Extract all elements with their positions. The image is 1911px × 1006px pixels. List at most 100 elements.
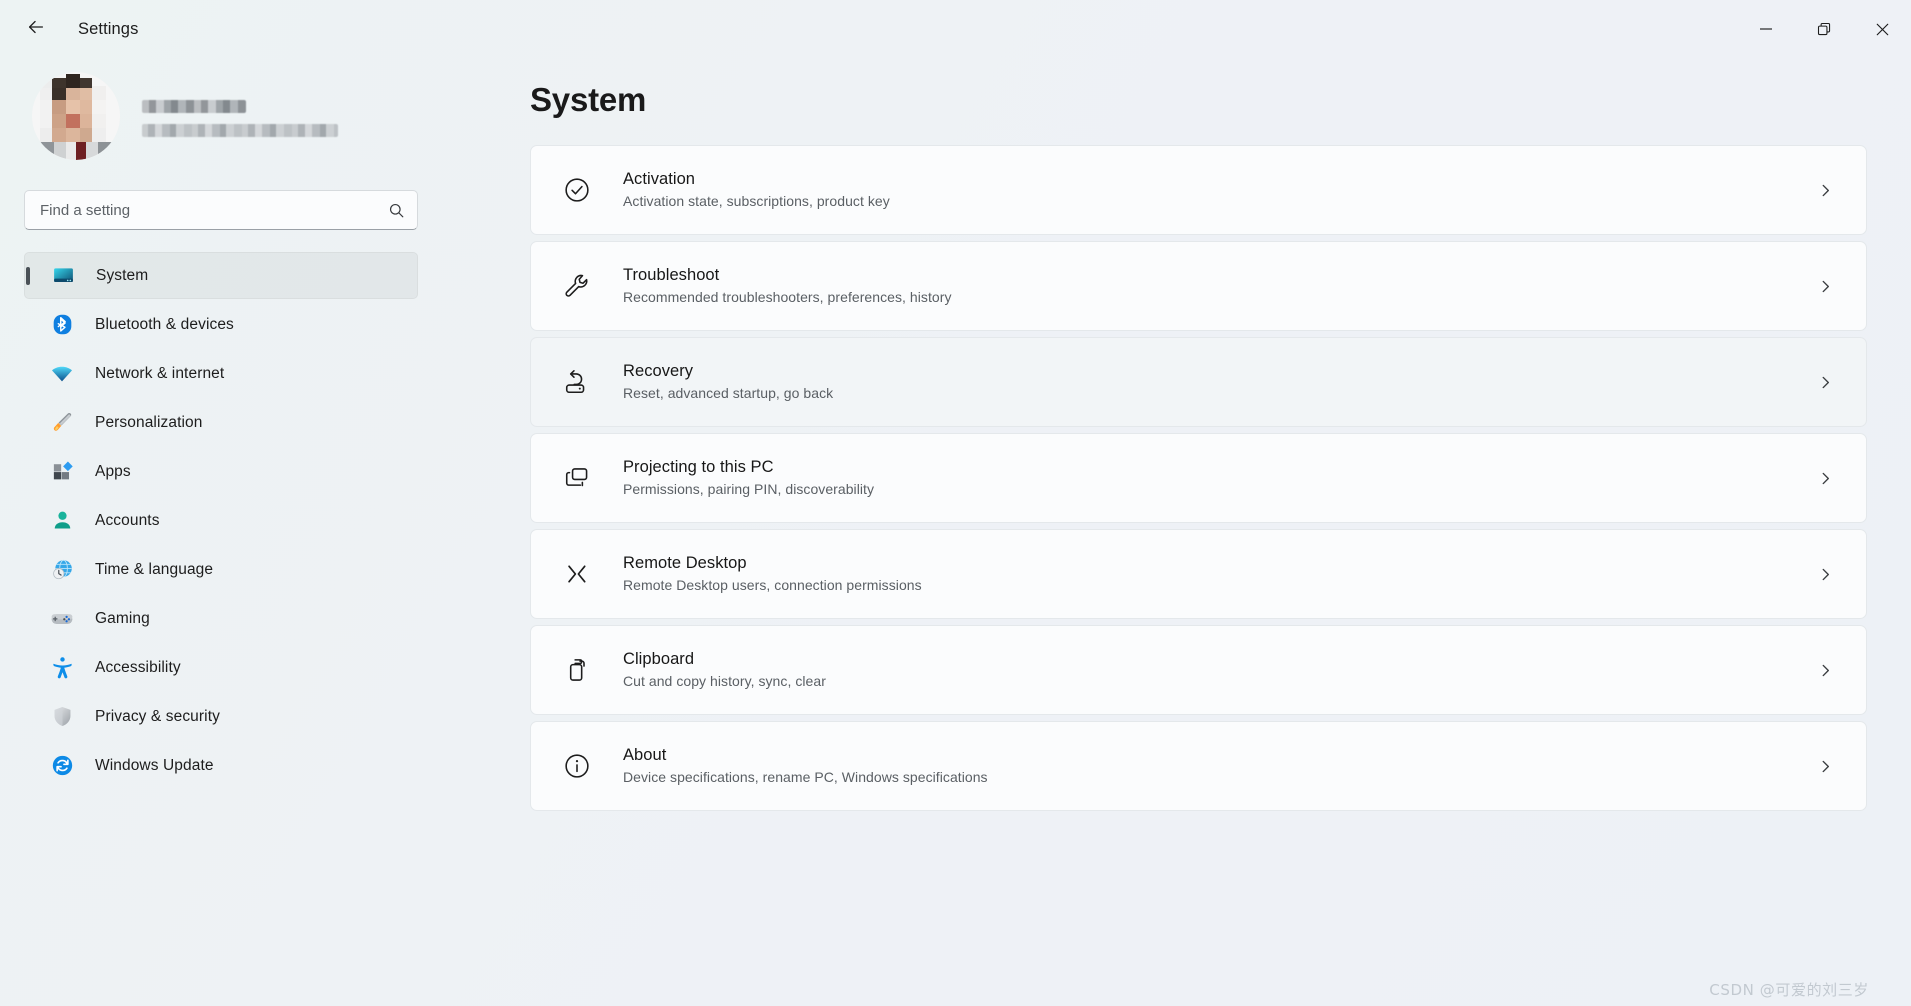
- wrench-icon: [531, 272, 623, 300]
- sidebar-item-accessibility[interactable]: Accessibility: [24, 644, 418, 691]
- avatar[interactable]: [32, 72, 120, 160]
- sidebar-item-label: Windows Update: [95, 756, 214, 774]
- settings-card-troubleshoot[interactable]: Troubleshoot Recommended troubleshooters…: [530, 241, 1867, 331]
- sidebar-item-time-language[interactable]: Time & language: [24, 546, 418, 593]
- sidebar-nav: System Bluetooth & devices Network & int…: [24, 252, 418, 789]
- sidebar-item-label: Apps: [95, 462, 131, 480]
- sidebar-item-system[interactable]: System: [24, 252, 418, 299]
- restore-icon: [1817, 22, 1830, 35]
- account-text: [142, 96, 338, 137]
- settings-card-list: Activation Activation state, subscriptio…: [530, 145, 1867, 811]
- settings-card-text: Clipboard Cut and copy history, sync, cl…: [623, 648, 1810, 692]
- chevron-right-icon[interactable]: [1810, 759, 1840, 774]
- settings-card-subtitle: Activation state, subscriptions, product…: [623, 193, 890, 210]
- wifi-icon: [50, 362, 74, 386]
- close-icon: [1876, 23, 1888, 35]
- settings-card-remote-desktop[interactable]: Remote Desktop Remote Desktop users, con…: [530, 529, 1867, 619]
- paintbrush-icon: [50, 411, 74, 435]
- sidebar-item-label: Accessibility: [95, 658, 181, 676]
- main-pane: System Activation Activation state, subs…: [444, 58, 1911, 1006]
- settings-scroll-region[interactable]: Activation Activation state, subscriptio…: [488, 145, 1867, 1006]
- check-circle-icon: [531, 176, 623, 204]
- person-icon: [50, 509, 74, 533]
- settings-card-subtitle: Reset, advanced startup, go back: [623, 385, 834, 402]
- search-input[interactable]: [40, 201, 388, 219]
- bluetooth-icon: [50, 313, 74, 337]
- settings-card-clipboard[interactable]: Clipboard Cut and copy history, sync, cl…: [530, 625, 1867, 715]
- settings-card-text: Activation Activation state, subscriptio…: [623, 168, 1810, 212]
- window-title: Settings: [78, 19, 139, 38]
- title-bar-drag-region: [138, 0, 1737, 58]
- gamepad-icon: [50, 607, 74, 631]
- account-name-redacted: [142, 99, 246, 113]
- settings-card-subtitle: Device specifications, rename PC, Window…: [623, 769, 988, 786]
- settings-card-title: Recovery: [623, 362, 694, 381]
- search-box[interactable]: [24, 190, 418, 230]
- settings-card-title: Clipboard: [623, 650, 695, 669]
- apps-grid-icon: [50, 460, 74, 484]
- sidebar-item-personalization[interactable]: Personalization: [24, 399, 418, 446]
- sidebar-item-label: Bluetooth & devices: [95, 315, 234, 333]
- settings-card-about[interactable]: About Device specifications, rename PC, …: [530, 721, 1867, 811]
- sidebar-item-label: Accounts: [95, 511, 160, 529]
- settings-card-text: About Device specifications, rename PC, …: [623, 744, 1810, 788]
- globe-clock-icon: [50, 558, 74, 582]
- window-body: System Bluetooth & devices: [0, 58, 1911, 1006]
- settings-card-recovery[interactable]: Recovery Reset, advanced startup, go bac…: [530, 337, 1867, 427]
- minimize-icon: [1760, 28, 1772, 30]
- account-email-redacted: [142, 123, 338, 137]
- settings-card-subtitle: Remote Desktop users, connection permiss…: [623, 577, 922, 594]
- settings-card-text: Recovery Reset, advanced startup, go bac…: [623, 360, 1810, 404]
- watermark: CSDN @可爱的刘三岁: [1709, 981, 1869, 999]
- settings-card-subtitle: Permissions, pairing PIN, discoverabilit…: [623, 481, 875, 498]
- settings-card-text: Remote Desktop Remote Desktop users, con…: [623, 552, 1810, 596]
- settings-card-title: Projecting to this PC: [623, 458, 774, 477]
- sidebar-item-label: System: [96, 266, 149, 284]
- sidebar-item-accounts[interactable]: Accounts: [24, 497, 418, 544]
- chevron-right-icon[interactable]: [1810, 375, 1840, 390]
- sidebar-item-label: Time & language: [95, 560, 214, 578]
- maximize-button[interactable]: [1795, 0, 1853, 58]
- recovery-drive-icon: [531, 368, 623, 396]
- search-icon[interactable]: [388, 202, 405, 219]
- account-profile[interactable]: [24, 58, 418, 162]
- project-screen-icon: [531, 464, 623, 492]
- settings-card-text: Projecting to this PC Permissions, pairi…: [623, 456, 1810, 500]
- sidebar-item-windows-update[interactable]: Windows Update: [24, 742, 418, 789]
- sidebar-item-privacy-security[interactable]: Privacy & security: [24, 693, 418, 740]
- settings-card-subtitle: Cut and copy history, sync, clear: [623, 673, 826, 690]
- chevron-right-icon[interactable]: [1810, 279, 1840, 294]
- chevron-right-icon[interactable]: [1810, 567, 1840, 582]
- chevron-right-icon[interactable]: [1810, 471, 1840, 486]
- monitor-icon: [51, 264, 75, 288]
- settings-card-projecting-to-this-pc[interactable]: Projecting to this PC Permissions, pairi…: [530, 433, 1867, 523]
- settings-card-activation[interactable]: Activation Activation state, subscriptio…: [530, 145, 1867, 235]
- sidebar-item-label: Privacy & security: [95, 707, 220, 725]
- sidebar-item-bluetooth-devices[interactable]: Bluetooth & devices: [24, 301, 418, 348]
- back-arrow-icon: [25, 16, 47, 43]
- close-button[interactable]: [1853, 0, 1911, 58]
- back-button[interactable]: [16, 11, 56, 47]
- settings-card-title: Activation: [623, 170, 696, 189]
- clipboard-icon: [531, 656, 623, 684]
- title-bar: Settings: [0, 0, 1911, 58]
- shield-icon: [50, 705, 74, 729]
- chevron-right-icon[interactable]: [1810, 663, 1840, 678]
- sidebar-item-apps[interactable]: Apps: [24, 448, 418, 495]
- info-circle-icon: [531, 752, 623, 780]
- title-bar-left: Settings: [0, 0, 138, 58]
- sidebar-item-network-internet[interactable]: Network & internet: [24, 350, 418, 397]
- accessibility-icon: [50, 656, 74, 680]
- minimize-button[interactable]: [1737, 0, 1795, 58]
- remote-desktop-icon: [531, 560, 623, 588]
- settings-window: Settings Find a setting System Bluetooth…: [0, 0, 1911, 1006]
- page-title: System: [530, 81, 647, 118]
- sidebar-item-gaming[interactable]: Gaming: [24, 595, 418, 642]
- window-controls: [1737, 0, 1911, 58]
- settings-card-title: Troubleshoot: [623, 266, 720, 285]
- sidebar: System Bluetooth & devices: [0, 58, 444, 1006]
- sidebar-item-label: Gaming: [95, 609, 150, 627]
- chevron-right-icon[interactable]: [1810, 183, 1840, 198]
- settings-card-text: Troubleshoot Recommended troubleshooters…: [623, 264, 1810, 308]
- sidebar-item-label: Personalization: [95, 413, 203, 431]
